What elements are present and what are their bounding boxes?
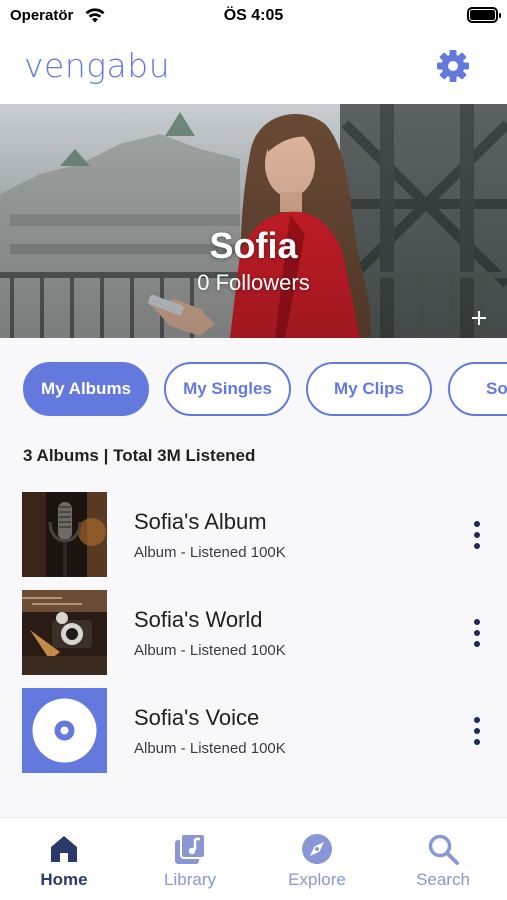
album-title: Sofia's Album — [134, 509, 267, 534]
nav-search[interactable]: Search — [388, 832, 498, 896]
tab-my-singles[interactable]: My Singles — [164, 362, 291, 416]
nav-explore[interactable]: Explore — [262, 832, 372, 896]
nav-library[interactable]: Library — [135, 832, 245, 896]
more-options-icon[interactable] — [469, 716, 485, 746]
bottom-nav: Home Library Explore Search — [0, 817, 507, 900]
nav-label: Library — [164, 870, 216, 889]
list-item[interactable]: Sofia's World Album - Listened 100K — [0, 590, 507, 676]
home-icon — [51, 836, 77, 862]
profile-name: Sofia — [209, 225, 298, 266]
tab-songs[interactable]: So — [448, 362, 507, 416]
gear-icon[interactable] — [435, 48, 471, 84]
compass-icon — [302, 834, 332, 864]
search-icon — [428, 834, 459, 865]
status-bar: Operatör ÖS 4:05 — [0, 0, 507, 34]
more-options-icon[interactable] — [469, 618, 485, 648]
content-tabs: My Albums My Singles My Clips So — [0, 362, 507, 418]
album-cover-vintage-camera — [22, 590, 107, 675]
album-title: Sofia's Voice — [134, 705, 260, 730]
nav-label: Search — [416, 870, 470, 889]
nav-home[interactable]: Home — [9, 832, 119, 896]
disc-icon — [22, 688, 107, 773]
nav-label: Home — [40, 870, 88, 889]
more-options-icon[interactable] — [469, 520, 485, 550]
clock: ÖS 4:05 — [223, 7, 284, 24]
tab-my-clips[interactable]: My Clips — [306, 362, 432, 416]
album-meta: Album - Listened 100K — [134, 642, 286, 659]
list-item[interactable]: Sofia's Voice Album - Listened 100K — [0, 688, 507, 774]
profile-banner[interactable]: Sofia 0 Followers — [0, 104, 507, 338]
profile-cover-photo — [0, 104, 507, 338]
battery-icon — [467, 7, 501, 23]
album-meta: Album - Listened 100K — [134, 740, 286, 757]
library-icon — [175, 833, 206, 864]
album-meta: Album - Listened 100K — [134, 544, 286, 561]
album-cover-studio-microphone — [22, 492, 107, 577]
app-header: vengabu — [0, 34, 507, 104]
plus-icon[interactable] — [471, 310, 487, 326]
nav-label: Explore — [288, 870, 346, 889]
tab-my-albums[interactable]: My Albums — [23, 362, 149, 416]
list-item[interactable]: Sofia's Album Album - Listened 100K — [0, 492, 507, 578]
album-title: Sofia's World — [134, 607, 263, 632]
app-logo[interactable]: vengabu — [24, 46, 170, 85]
followers-count[interactable]: 0 Followers — [0, 270, 507, 296]
albums-summary: 3 Albums | Total 3M Listened — [23, 446, 256, 465]
